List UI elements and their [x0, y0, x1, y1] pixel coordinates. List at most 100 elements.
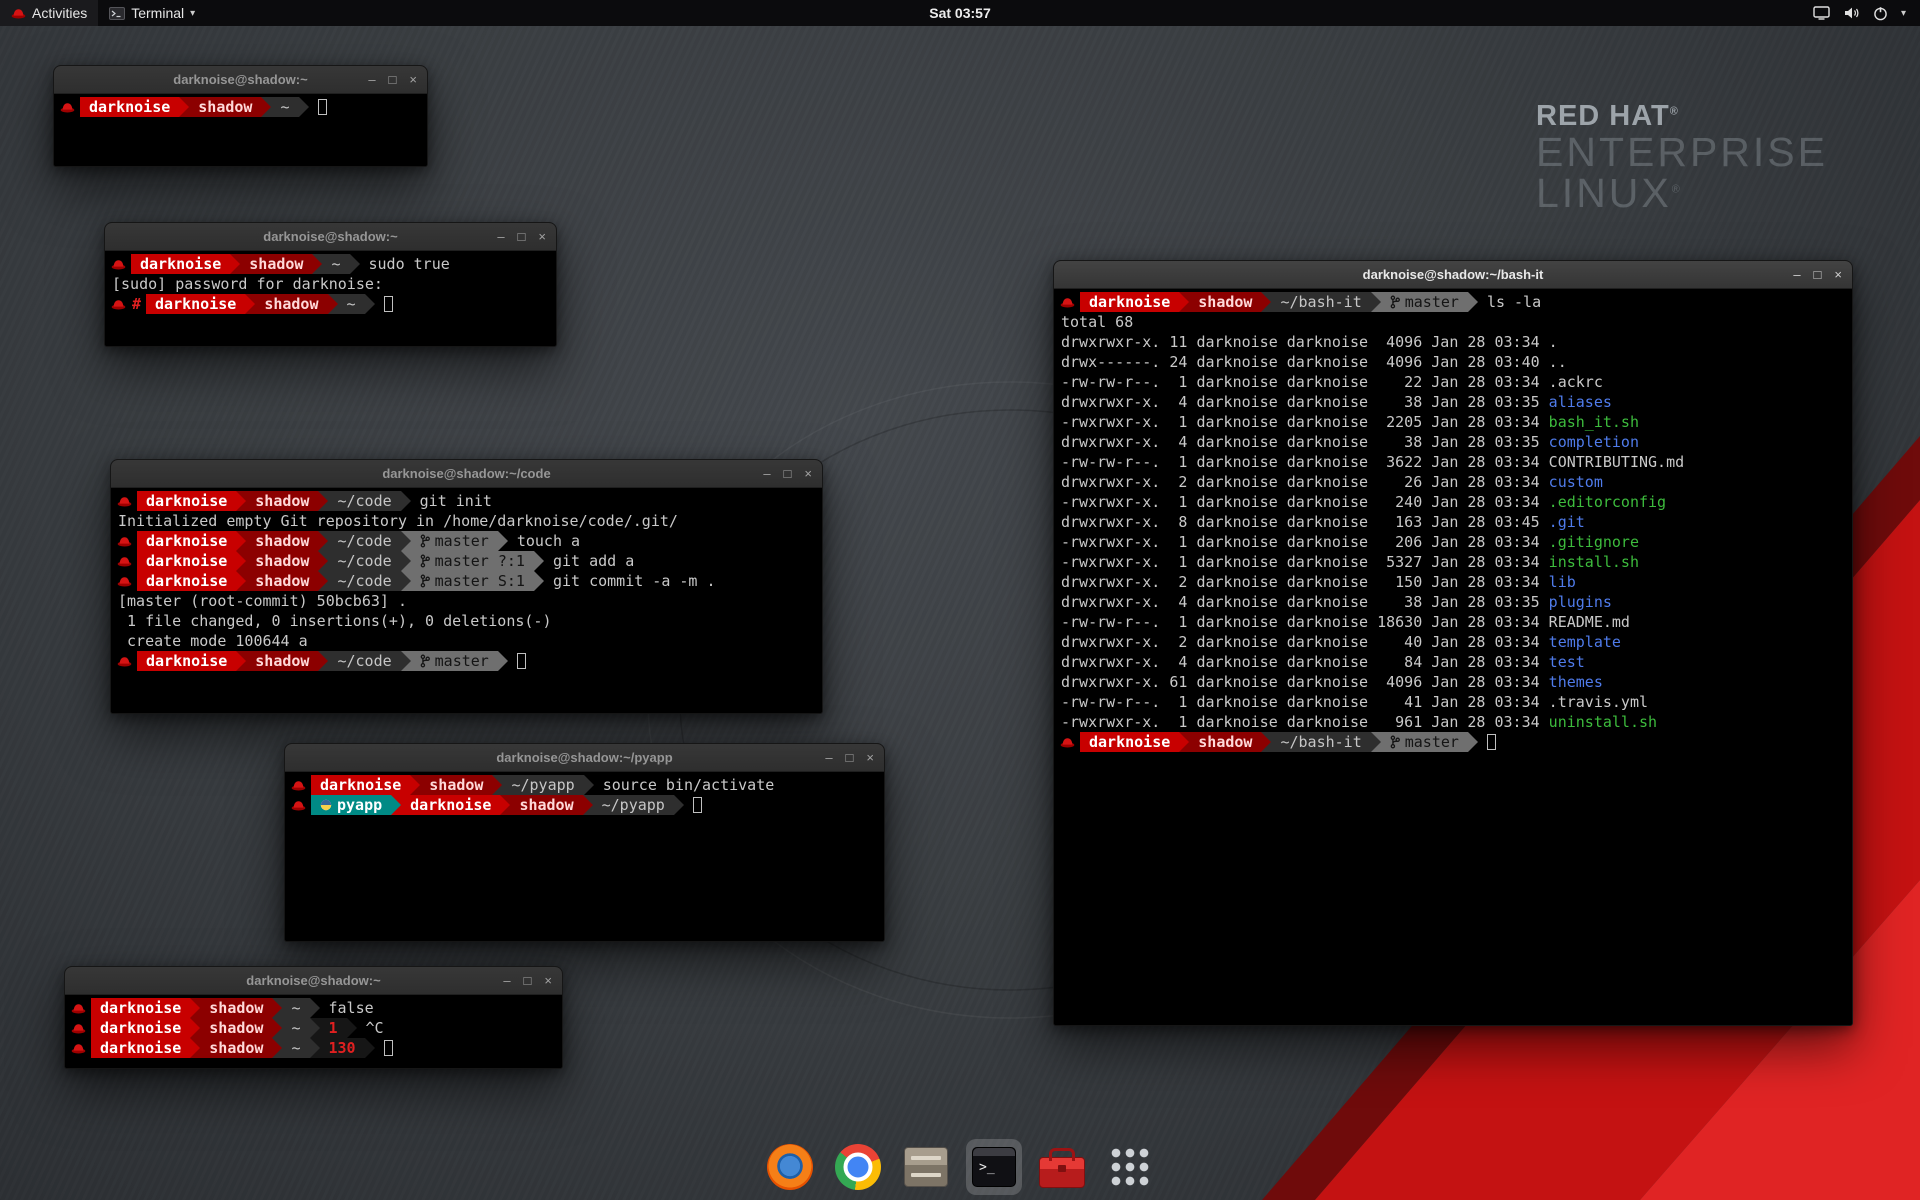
close-button[interactable]: × [409, 73, 417, 86]
output-line: drwxrwxr-x. 4 darknoise darknoise 38 Jan… [1056, 392, 1850, 412]
minimize-button[interactable]: – [368, 73, 375, 86]
file-name: install.sh [1549, 553, 1639, 571]
terminal-window-pyapp[interactable]: darknoise@shadow:~/pyapp–□×darknoiseshad… [284, 743, 885, 942]
prompt-segment-path: ~/code [328, 491, 400, 511]
terminal-content[interactable]: darknoiseshadow~sudo true[sudo] password… [105, 251, 556, 346]
output-line: drwxrwxr-x. 8 darknoise darknoise 163 Ja… [1056, 512, 1850, 532]
window-title: darknoise@shadow:~ [173, 72, 307, 87]
maximize-button[interactable]: □ [784, 467, 792, 480]
window-titlebar[interactable]: darknoise@shadow:~–□× [105, 223, 556, 251]
prompt-segment-host: shadow [240, 254, 312, 274]
window-titlebar[interactable]: darknoise@shadow:~/bash-it–□× [1054, 261, 1852, 289]
terminal-window-home-small[interactable]: darknoise@shadow:~ – □ × darknoiseshadow~ [53, 65, 428, 167]
window-titlebar[interactable]: darknoise@shadow:~/code–□× [111, 460, 822, 488]
git-branch-icon [420, 554, 430, 568]
prompt-segment-host: shadow [510, 795, 582, 815]
close-button[interactable]: × [544, 974, 552, 987]
minimize-button[interactable]: – [1793, 268, 1800, 281]
window-titlebar[interactable]: darknoise@shadow:~ – □ × [65, 967, 562, 995]
redhat-icon [107, 254, 131, 274]
maximize-button[interactable]: □ [1814, 268, 1822, 281]
output-line: drwxrwxr-x. 4 darknoise darknoise 38 Jan… [1056, 432, 1850, 452]
file-name: themes [1549, 673, 1603, 691]
ls-meta: -rwxrwxr-x. 1 darknoise darknoise 5327 J… [1061, 553, 1549, 571]
ls-meta: -rwxrwxr-x. 1 darknoise darknoise 2205 J… [1061, 413, 1549, 431]
toolbox-icon [1039, 1157, 1085, 1188]
close-button[interactable]: × [866, 751, 874, 764]
terminal-content[interactable]: darknoiseshadow~/codegit initInitialized… [111, 488, 822, 713]
terminal-window-exit-codes[interactable]: darknoise@shadow:~ – □ × darknoiseshadow~fal… [64, 966, 563, 1069]
powerline-arrow [310, 998, 320, 1018]
window-titlebar[interactable]: darknoise@shadow:~/pyapp–□× [285, 744, 884, 772]
window-controls: – □ × [503, 967, 552, 994]
display-icon [1813, 6, 1830, 20]
ls-meta: -rw-rw-r--. 1 darknoise darknoise 18630 … [1061, 613, 1549, 631]
file-name: .git [1549, 513, 1585, 531]
output-line: 1 file changed, 0 insertions(+), 0 delet… [113, 611, 820, 631]
file-name: .editorconfig [1549, 493, 1666, 511]
minimize-button[interactable]: – [825, 751, 832, 764]
dropdown-caret: ▾ [1901, 8, 1906, 19]
file-name: README.md [1549, 613, 1630, 631]
terminal-content[interactable]: darknoiseshadow~/pyappsource bin/activat… [285, 772, 884, 941]
maximize-button[interactable]: □ [846, 751, 854, 764]
close-button[interactable]: × [1834, 268, 1842, 281]
terminal-content[interactable]: darknoiseshadow~/bash-itmasterls -latota… [1054, 289, 1852, 1025]
file-name: test [1549, 653, 1585, 671]
prompt-line: darknoiseshadow~false [67, 998, 560, 1018]
prompt-segment-path: ~/code [328, 571, 400, 591]
prompt-segment-user: darknoise [311, 775, 410, 795]
window-controls: – □ × [1793, 261, 1842, 288]
powerline-arrow [492, 775, 502, 795]
output-line: drwxrwxr-x. 11 darknoise darknoise 4096 … [1056, 332, 1850, 352]
close-button[interactable]: × [538, 230, 546, 243]
powerline-arrow [347, 1018, 357, 1038]
powerline-arrow [261, 97, 271, 117]
prompt-segment-user: darknoise [91, 1018, 190, 1038]
dock: >_ [762, 1139, 1158, 1195]
powerline-arrow [310, 1018, 320, 1038]
prompt-segment-user: darknoise [80, 97, 179, 117]
terminal-window-bash-it[interactable]: darknoise@shadow:~/bash-it–□×darknoisesh… [1053, 260, 1853, 1026]
minimize-button[interactable]: – [763, 467, 770, 480]
terminal-cursor [693, 797, 702, 813]
prompt-segment-host: shadow [1189, 292, 1261, 312]
maximize-button[interactable]: □ [518, 230, 526, 243]
activities-button[interactable]: Activities [0, 0, 98, 26]
powerline-arrow [350, 254, 360, 274]
powerline-arrow [1468, 292, 1478, 312]
dock-item-toolbox[interactable] [1034, 1139, 1090, 1195]
terminal-content[interactable]: darknoiseshadow~falsedarknoiseshadow~1^C… [65, 995, 562, 1068]
ls-meta: drwxrwxr-x. 8 darknoise darknoise 163 Ja… [1061, 513, 1549, 531]
minimize-button[interactable]: – [497, 230, 504, 243]
minimize-button[interactable]: – [503, 974, 510, 987]
window-title: darknoise@shadow:~ [246, 973, 380, 988]
dock-item-firefox[interactable] [762, 1139, 818, 1195]
maximize-button[interactable]: □ [524, 974, 532, 987]
terminal-window-sudo[interactable]: darknoise@shadow:~–□×darknoiseshadow~sud… [104, 222, 557, 347]
system-tray[interactable]: ▾ [1799, 0, 1920, 26]
window-titlebar[interactable]: darknoise@shadow:~ – □ × [54, 66, 427, 94]
clock[interactable]: Sat 03:57 [921, 0, 998, 26]
terminal-content[interactable]: darknoiseshadow~ [54, 94, 427, 166]
top-bar: Activities Terminal ▾ Sat 03:57 ▾ [0, 0, 1920, 26]
powerline-arrow [498, 651, 508, 671]
prompt-line: darknoiseshadow~/pyappsource bin/activat… [287, 775, 882, 795]
prompt-line: darknoiseshadow~/bash-itmasterls -la [1056, 292, 1850, 312]
dock-item-files[interactable] [898, 1139, 954, 1195]
maximize-button[interactable]: □ [389, 73, 397, 86]
dock-item-appgrid[interactable] [1102, 1139, 1158, 1195]
command-text: ^C [366, 1018, 384, 1038]
app-menu-terminal[interactable]: Terminal ▾ [98, 0, 206, 26]
powerline-arrow [236, 531, 246, 551]
redhat-icon [113, 651, 137, 671]
close-button[interactable]: × [804, 467, 812, 480]
ls-meta: -rw-rw-r--. 1 darknoise darknoise 3622 J… [1061, 453, 1549, 471]
ls-meta: drwxrwxr-x. 4 darknoise darknoise 38 Jan… [1061, 393, 1549, 411]
prompt-segment-venv: pyapp [311, 795, 391, 815]
dock-item-terminal[interactable]: >_ [966, 1139, 1022, 1195]
dock-item-chrome[interactable] [830, 1139, 886, 1195]
output-line: Initialized empty Git repository in /hom… [113, 511, 820, 531]
terminal-window-code[interactable]: darknoise@shadow:~/code–□×darknoiseshado… [110, 459, 823, 714]
prompt-segment-path: ~/bash-it [1271, 732, 1370, 752]
